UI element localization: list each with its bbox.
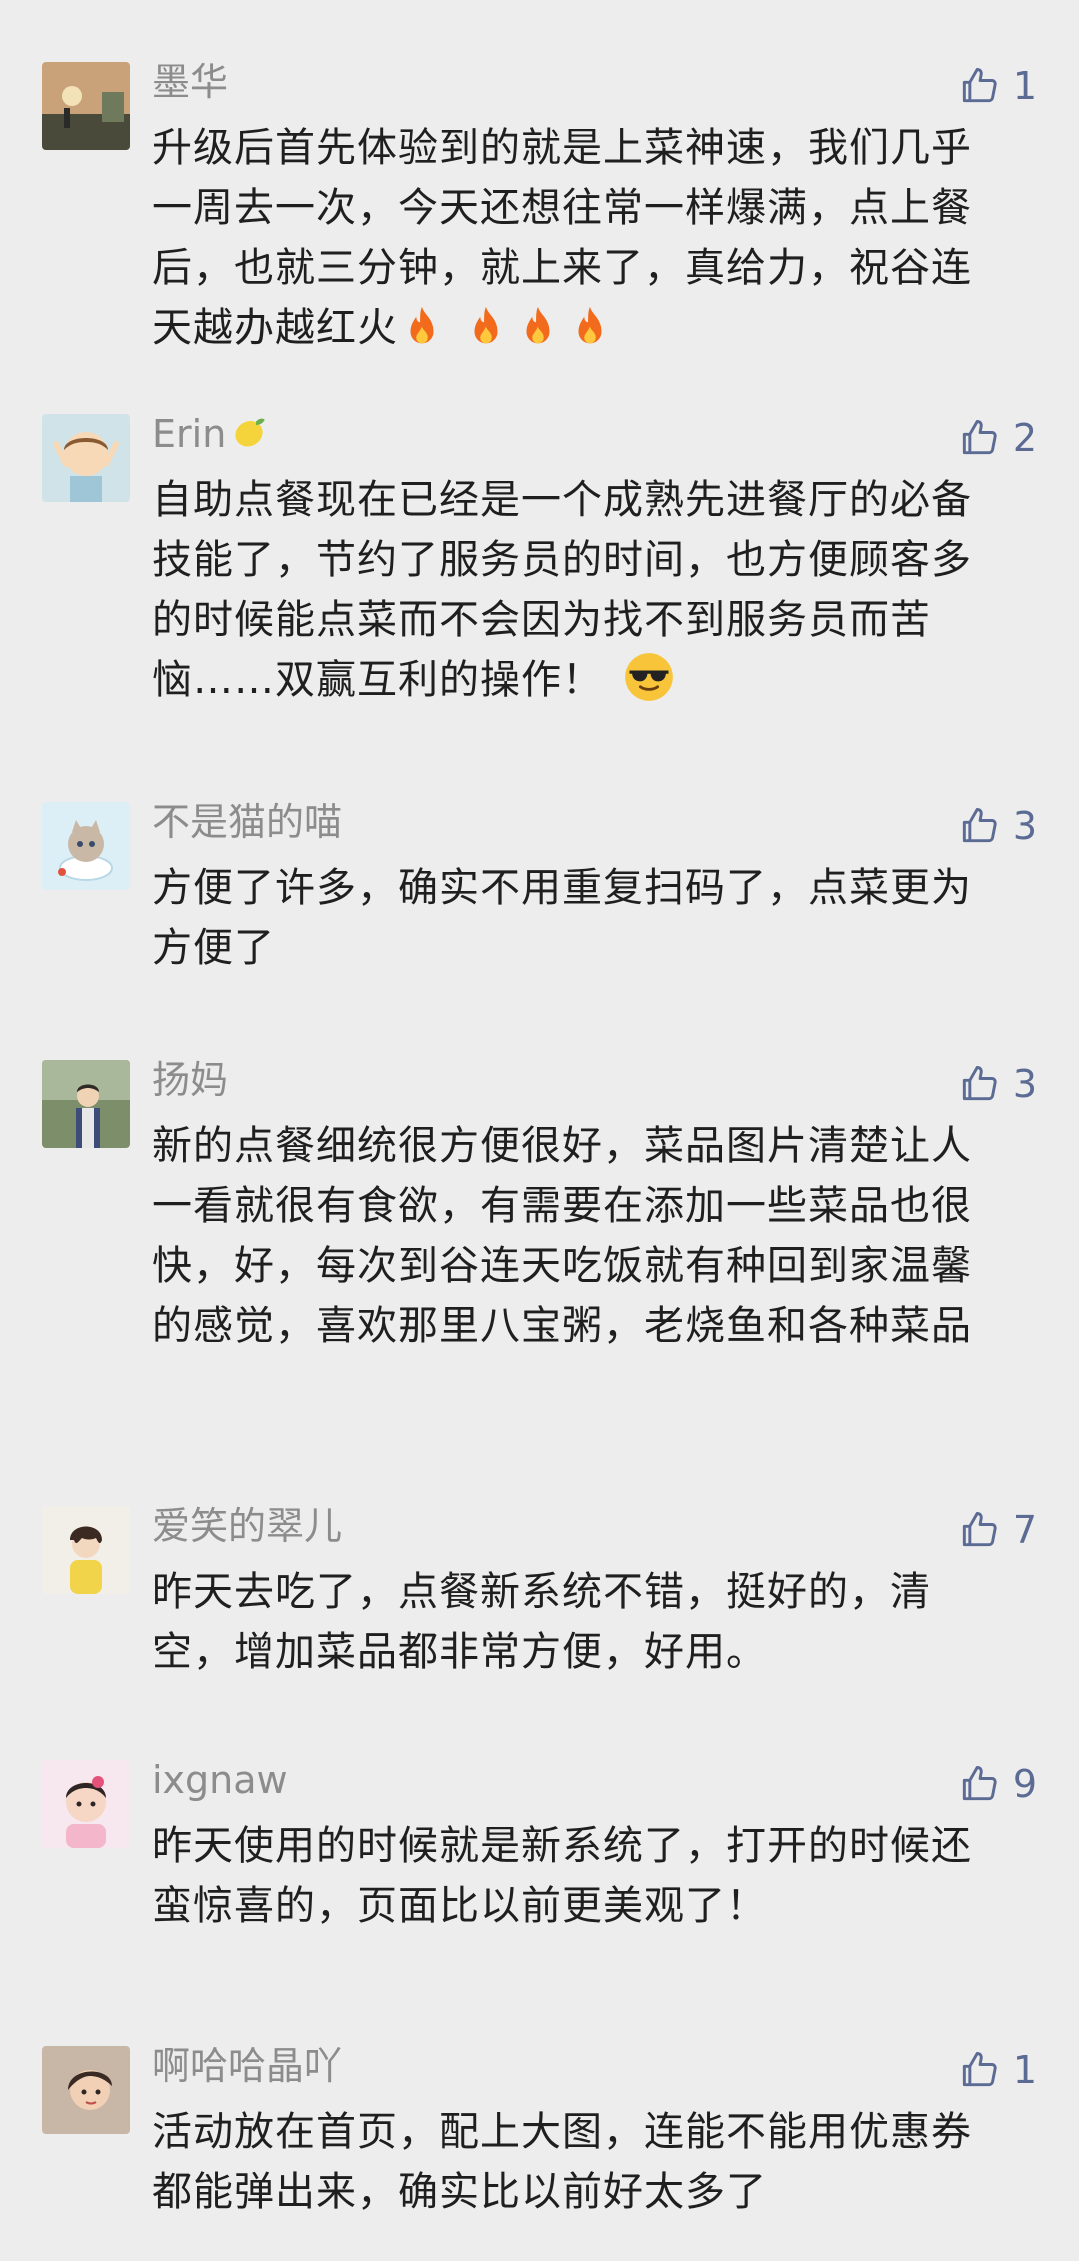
comment-body: 昨天使用的时候就是新系统了，打开的时候还蛮惊喜的，页面比以前更美观了！ <box>152 1823 972 1929</box>
thumbs-up-icon <box>962 2052 997 2087</box>
fire-emoji-icon <box>570 305 610 368</box>
comment-body: 活动放在首页，配上大图，连能不能用优惠券都能弹出来，确实比以前好太多了 <box>152 2109 972 2215</box>
comment-text: 自助点餐现在已经是一个成熟先进餐厅的必备技能了，节约了服务员的时间，也方便顾客多… <box>152 470 1010 720</box>
comment-text: 昨天去吃了，点餐新系统不错，挺好的，清空，增加菜品都非常方便，好用。 <box>152 1562 1010 1682</box>
thumbs-up-icon <box>962 68 997 103</box>
like-count: 2 <box>1012 416 1037 460</box>
like-count: 1 <box>1012 2048 1037 2092</box>
comment-author[interactable]: 啊哈哈晶吖 <box>152 2042 342 2090</box>
avatar[interactable] <box>42 1760 130 1848</box>
comment-body: 昨天去吃了，点餐新系统不错，挺好的，清空，增加菜品都非常方便，好用。 <box>152 1569 931 1675</box>
fire-emoji-icon <box>466 305 506 368</box>
comment-author[interactable]: 墨华 <box>152 58 228 106</box>
comment-text: 新的点餐细统很方便很好，菜品图片清楚让人一看就很有食欲，有需要在添加一些菜品也很… <box>152 1116 1010 1356</box>
avatar[interactable] <box>42 414 130 502</box>
like-button[interactable]: 3 <box>957 1060 1037 1108</box>
avatar[interactable] <box>42 802 130 890</box>
thumbs-up-icon <box>962 420 997 455</box>
avatar[interactable] <box>42 62 130 150</box>
lemon-emoji-icon <box>228 411 270 464</box>
thumbs-up-icon <box>962 1766 997 1801</box>
comment-body: 升级后首先体验到的就是上菜神速，我们几乎一周去一次，今天还想往常一样爆满，点上餐… <box>152 125 972 351</box>
comment-author[interactable]: 不是猫的喵 <box>152 798 342 846</box>
comment-text: 活动放在首页，配上大图，连能不能用优惠券都能弹出来，确实比以前好太多了 <box>152 2102 1010 2222</box>
fire-emoji-icon <box>518 305 558 368</box>
comment-text: 昨天使用的时候就是新系统了，打开的时候还蛮惊喜的，页面比以前更美观了！ <box>152 1816 1010 1936</box>
comment-author[interactable]: 爱笑的翠儿 <box>152 1502 342 1550</box>
avatar[interactable] <box>42 1060 130 1148</box>
avatar[interactable] <box>42 2046 130 2134</box>
comment-body: 新的点餐细统很方便很好，菜品图片清楚让人一看就很有食欲，有需要在添加一些菜品也很… <box>152 1123 972 1349</box>
like-button[interactable]: 9 <box>957 1760 1037 1808</box>
like-button[interactable]: 2 <box>957 414 1037 462</box>
fire-emoji-icon <box>402 305 442 368</box>
like-count: 1 <box>1012 64 1037 108</box>
like-button[interactable]: 1 <box>957 2046 1037 2094</box>
like-count: 7 <box>1012 1508 1037 1552</box>
sunglasses-emoji-icon <box>623 651 675 720</box>
comment-body: 自助点餐现在已经是一个成熟先进餐厅的必备技能了，节约了服务员的时间，也方便顾客多… <box>152 477 972 703</box>
comment-author[interactable]: Erin <box>152 410 270 464</box>
like-button[interactable]: 7 <box>957 1506 1037 1554</box>
like-button[interactable]: 3 <box>957 802 1037 850</box>
comment-text: 升级后首先体验到的就是上菜神速，我们几乎一周去一次，今天还想往常一样爆满，点上餐… <box>152 118 1010 368</box>
like-count: 3 <box>1012 804 1037 848</box>
like-count: 9 <box>1012 1762 1037 1806</box>
like-button[interactable]: 1 <box>957 62 1037 110</box>
thumbs-up-icon <box>962 1512 997 1547</box>
comment-author[interactable]: 扬妈 <box>152 1056 228 1104</box>
like-count: 3 <box>1012 1062 1037 1106</box>
comment-text: 方便了许多，确实不用重复扫码了，点菜更为方便了 <box>152 858 1010 978</box>
comment-author-name: Erin <box>152 412 227 456</box>
thumbs-up-icon <box>962 1066 997 1101</box>
comment-author[interactable]: ixgnaw <box>152 1756 288 1804</box>
thumbs-up-icon <box>962 808 997 843</box>
comment-body: 方便了许多，确实不用重复扫码了，点菜更为方便了 <box>152 865 972 971</box>
avatar[interactable] <box>42 1506 130 1594</box>
